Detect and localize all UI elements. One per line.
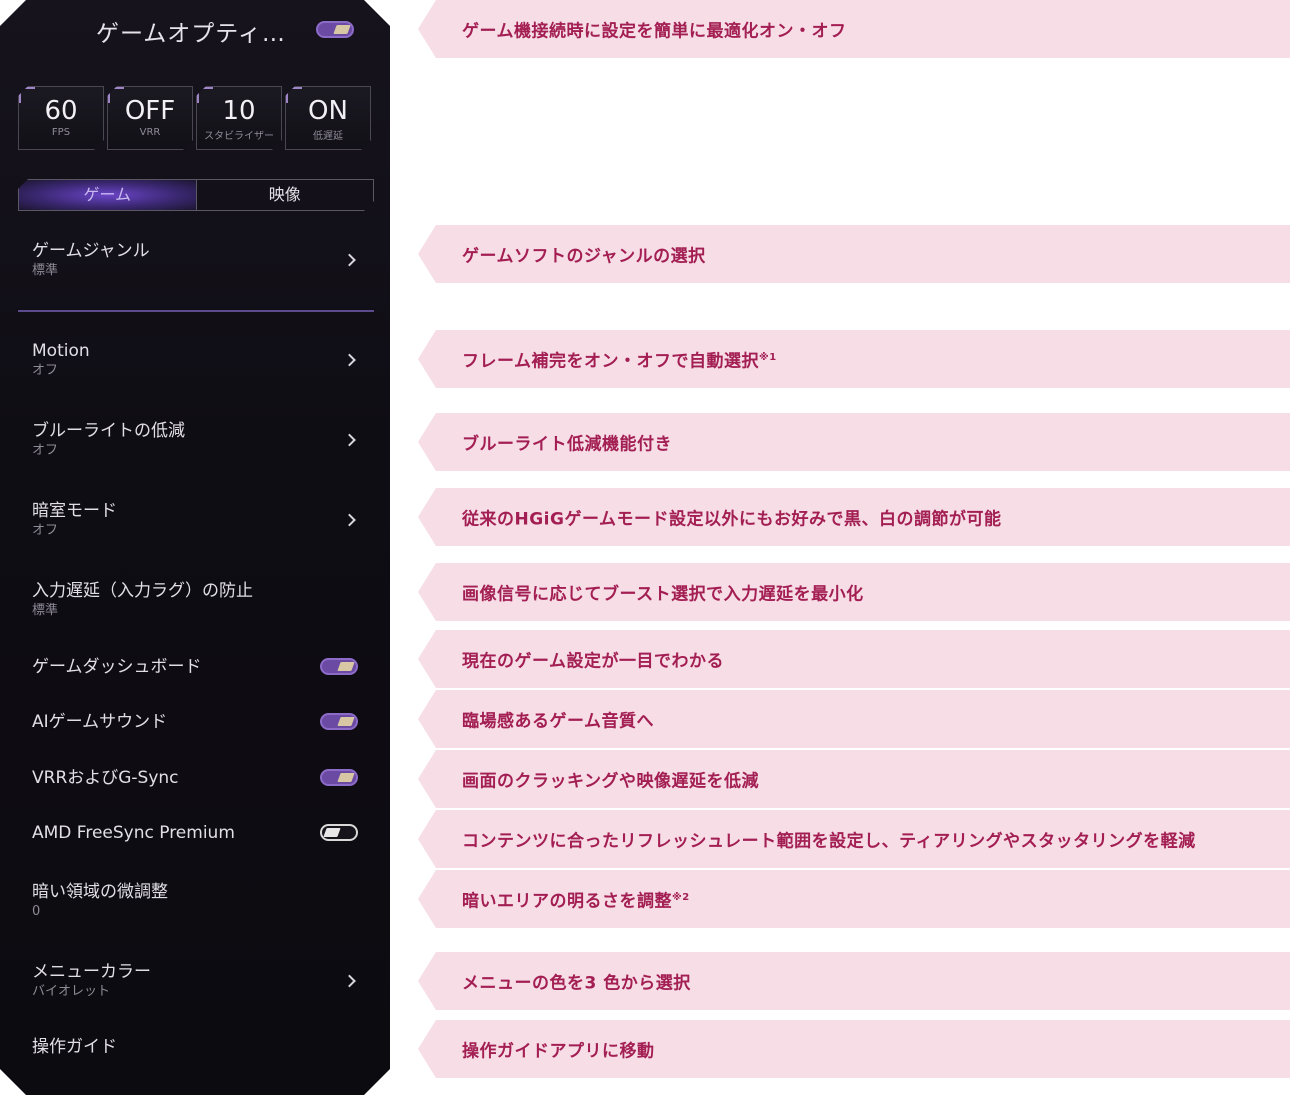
stat-label: VRR	[139, 127, 161, 138]
menu-item-dark-room[interactable]: 暗室モード オフ	[32, 500, 362, 540]
stat-value: OFF	[124, 96, 176, 126]
stat-vrr: OFF VRR	[107, 86, 193, 150]
callout-text: 画像信号に応じてブースト選択で入力遅延を最小化	[462, 584, 864, 605]
footnote-mark: ※2	[672, 891, 690, 903]
callout-text: 暗いエリアの明るさを調整	[462, 891, 672, 912]
toggle-knob-icon	[323, 828, 341, 837]
callout-text: 現在のゲーム設定が一目でわかる	[462, 651, 724, 672]
menu-item-label: Motion	[32, 341, 90, 361]
callout: ゲームソフトのジャンルの選択	[418, 225, 1290, 283]
stat-value: 60	[44, 96, 78, 126]
stat-low-latency: ON 低遅延	[285, 86, 371, 150]
callout-text: 従来のHGiGゲームモード設定以外にもお好みで黒、白の調節が可能	[462, 509, 1002, 530]
toggle-knob-icon	[337, 717, 355, 726]
menu-item-game-genre[interactable]: ゲームジャンル 標準	[32, 240, 362, 280]
menu-item-dark-area[interactable]: 暗い領域の微調整 0	[32, 881, 362, 921]
menu-item-guide[interactable]: 操作ガイド	[32, 1036, 362, 1058]
callout-text: 画面のクラッキングや映像遅延を低減	[462, 771, 759, 792]
stat-label: FPS	[51, 127, 71, 138]
callout-text: コンテンツに合ったリフレッシュレート範囲を設定し、ティアリングやスタッタリングを…	[462, 831, 1196, 852]
callout: ブルーライト低減機能付き	[418, 413, 1290, 471]
callout: ゲーム機接続時に設定を簡単に最適化オン・オフ	[418, 0, 1290, 58]
callout-text: ゲーム機接続時に設定を簡単に最適化オン・オフ	[462, 21, 847, 42]
divider	[18, 310, 374, 312]
tab-bar: ゲーム 映像	[18, 179, 374, 211]
tab-game[interactable]: ゲーム	[19, 180, 197, 210]
menu-item-label: メニューカラー	[32, 962, 151, 982]
menu-item-vrr-gsync[interactable]: VRRおよびG-Sync	[32, 767, 362, 789]
menu-item-label: 暗い領域の微調整	[32, 882, 168, 902]
menu-item-value: オフ	[32, 443, 59, 458]
callout: 従来のHGiGゲームモード設定以外にもお好みで黒、白の調節が可能	[418, 488, 1290, 546]
callout: 操作ガイドアプリに移動	[418, 1020, 1290, 1078]
stat-fps: 60 FPS	[18, 86, 104, 150]
tab-picture[interactable]: 映像	[197, 180, 374, 210]
stat-value: ON	[308, 96, 348, 126]
menu-item-value: オフ	[32, 363, 59, 378]
stat-label: スタビライザー	[204, 131, 274, 142]
callout: 現在のゲーム設定が一目でわかる	[418, 630, 1290, 688]
game-dashboard-toggle[interactable]	[320, 658, 358, 675]
footnote-mark: ※1	[759, 351, 777, 363]
menu-item-freesync[interactable]: AMD FreeSync Premium	[32, 822, 362, 844]
menu-item-menu-color[interactable]: メニューカラー バイオレット	[32, 961, 362, 1001]
callout: 暗いエリアの明るさを調整※2	[418, 870, 1290, 928]
menu-item-blue-light[interactable]: ブルーライトの低減 オフ	[32, 420, 362, 460]
menu-item-label: ブルーライトの低減	[32, 421, 185, 441]
menu-item-motion[interactable]: Motion オフ	[32, 340, 362, 380]
menu-item-label: 操作ガイド	[32, 1037, 117, 1057]
menu-item-value: 0	[32, 904, 41, 919]
callout-text: 操作ガイドアプリに移動	[462, 1041, 655, 1062]
freesync-toggle[interactable]	[320, 824, 358, 841]
toggle-knob-icon	[333, 25, 351, 34]
menu-item-value: オフ	[32, 523, 59, 538]
callout-text-wrap: 暗いエリアの明るさを調整※2	[462, 887, 690, 912]
menu-item-label: ゲームジャンル	[32, 241, 150, 261]
callout: 画面のクラッキングや映像遅延を低減	[418, 750, 1290, 808]
stat-value: 10	[222, 96, 256, 126]
callout: メニューの色を3 色から選択	[418, 952, 1290, 1010]
menu-item-game-dashboard[interactable]: ゲームダッシュボード	[32, 656, 362, 678]
callout: 臨場感あるゲーム音質へ	[418, 690, 1290, 748]
callout-text: ブルーライト低減機能付き	[462, 434, 672, 455]
callout: 画像信号に応じてブースト選択で入力遅延を最小化	[418, 563, 1290, 621]
menu-item-value: バイオレット	[32, 984, 111, 999]
game-optimizer-panel: ゲームオプティ… 60 FPS OFF VRR 10 スタビライザー ON 低遅…	[0, 0, 390, 1095]
menu-item-label: 暗室モード	[32, 501, 117, 521]
menu-item-value: 標準	[32, 603, 59, 618]
menu-item-input-lag[interactable]: 入力遅延（入力ラグ）の防止 標準	[32, 580, 362, 620]
menu-item-label: 入力遅延（入力ラグ）の防止	[32, 581, 253, 601]
ai-sound-toggle[interactable]	[320, 713, 358, 730]
menu-item-label: VRRおよびG-Sync	[32, 768, 179, 788]
callout-text: メニューの色を3 色から選択	[462, 973, 691, 994]
callout-text: ゲームソフトのジャンルの選択	[462, 246, 706, 267]
menu-item-label: ゲームダッシュボード	[32, 657, 202, 677]
toggle-knob-icon	[337, 773, 355, 782]
callout: フレーム補完をオン・オフで自動選択※1	[418, 330, 1290, 388]
game-optimizer-toggle[interactable]	[316, 21, 354, 38]
callout: コンテンツに合ったリフレッシュレート範囲を設定し、ティアリングやスタッタリングを…	[418, 810, 1290, 868]
callout-text: 臨場感あるゲーム音質へ	[462, 711, 654, 732]
stat-stabilizer: 10 スタビライザー	[196, 86, 282, 150]
panel-title: ゲームオプティ…	[96, 21, 286, 47]
menu-item-value: 標準	[32, 263, 59, 278]
menu-item-ai-sound[interactable]: AIゲームサウンド	[32, 711, 362, 733]
toggle-knob-icon	[337, 662, 355, 671]
callout-text: フレーム補完をオン・オフで自動選択	[462, 351, 759, 372]
stat-label: 低遅延	[313, 131, 343, 142]
menu-item-label: AIゲームサウンド	[32, 712, 168, 732]
menu-item-label: AMD FreeSync Premium	[32, 823, 235, 843]
vrr-gsync-toggle[interactable]	[320, 769, 358, 786]
callout-text-wrap: フレーム補完をオン・オフで自動選択※1	[462, 347, 777, 372]
